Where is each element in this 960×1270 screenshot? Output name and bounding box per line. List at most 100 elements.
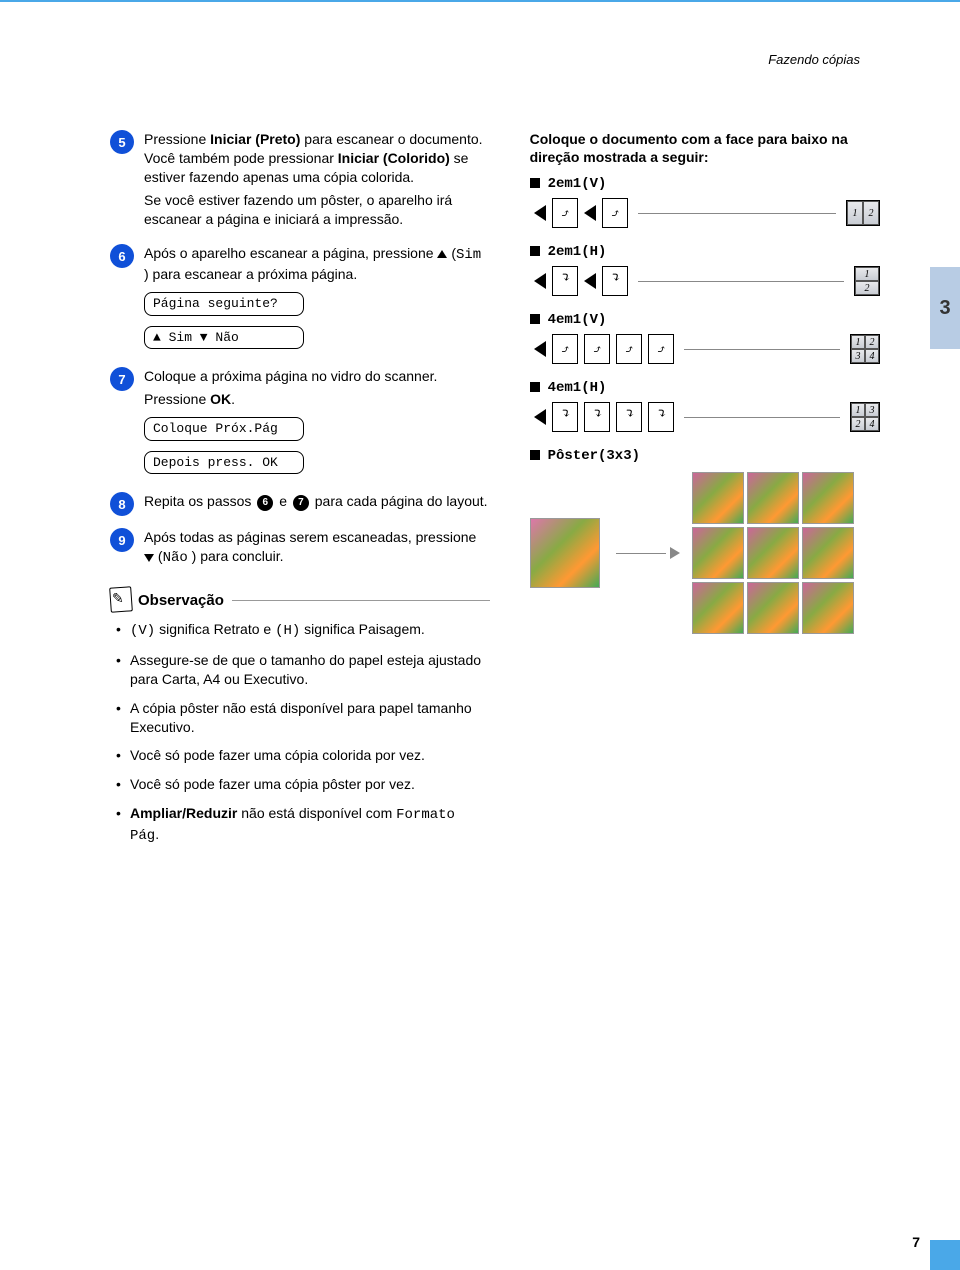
note-title: Observação	[138, 592, 224, 609]
layout-grid: 1 2	[846, 200, 880, 226]
text: Após o aparelho escanear a página, press…	[144, 245, 437, 261]
cell: 3	[851, 349, 865, 363]
mono-text: (V)	[130, 623, 155, 639]
list-item: (V) significa Retrato e (H) significa Pa…	[116, 620, 490, 641]
text: não está disponível com	[241, 805, 396, 821]
doc-icon: ⤴	[616, 334, 642, 364]
text: para cada página do layout.	[315, 493, 488, 509]
right-column: Coloque o documento com a face para baix…	[530, 130, 880, 856]
left-arrow-icon	[584, 273, 596, 289]
poster-tile	[802, 527, 854, 579]
step-6: 6 Após o aparelho escanear a página, pre…	[110, 244, 490, 355]
cell: 2	[851, 417, 865, 431]
diagram-4em1h: ⤵ ⤵ ⤵ ⤵ 1 3 2 4	[534, 402, 880, 432]
cell: 4	[865, 417, 879, 431]
doc-icon: ⤴	[648, 334, 674, 364]
step-number: 6	[110, 244, 134, 268]
doc-icon: ⤵	[552, 266, 578, 296]
lcd-display: Depois press. OK	[144, 451, 304, 475]
layout-grid: 1 2 3 4	[850, 334, 880, 364]
page-number: 7	[912, 1234, 920, 1250]
step-7: 7 Coloque a próxima página no vidro do s…	[110, 367, 490, 480]
option-label: Pôster(3x3)	[548, 448, 640, 464]
option-label: 2em1(V)	[548, 176, 607, 192]
cell: 4	[865, 349, 879, 363]
doc-icon: ⤵	[584, 402, 610, 432]
left-arrow-icon	[534, 341, 546, 357]
option-2em1v: 2em1(V)	[530, 174, 880, 192]
page-content: 5 Pressione Iniciar (Preto) para escanea…	[0, 2, 960, 876]
layout-grid: 1 2	[854, 266, 880, 296]
note-list: (V) significa Retrato e (H) significa Pa…	[110, 620, 490, 846]
doc-icon: ⤵	[616, 402, 642, 432]
cell: 2	[855, 281, 879, 295]
cell: 1	[851, 403, 865, 417]
text: significa Paisagem.	[304, 621, 425, 637]
mono-text: Não	[163, 550, 188, 566]
poster-source-image	[530, 518, 600, 588]
list-item: Você só pode fazer uma cópia colorida po…	[116, 746, 490, 765]
lcd-display: ▲ Sim ▼ Não	[144, 326, 304, 350]
left-arrow-icon	[584, 205, 596, 221]
text: Pressione	[144, 131, 210, 147]
text: ) para escanear a próxima página.	[144, 266, 357, 282]
poster-tile	[747, 527, 799, 579]
step-number: 8	[110, 492, 134, 516]
text-bold: Iniciar (Preto)	[210, 131, 300, 147]
option-label: 2em1(H)	[548, 244, 607, 260]
left-arrow-icon	[534, 409, 546, 425]
cell: 3	[865, 403, 879, 417]
step-number: 7	[110, 367, 134, 391]
list-item: A cópia pôster não está disponível para …	[116, 699, 490, 737]
poster-tile	[802, 582, 854, 634]
text: significa Retrato e	[159, 621, 275, 637]
cell: 2	[863, 201, 879, 225]
list-item: Você só pode fazer uma cópia pôster por …	[116, 775, 490, 794]
doc-icon: ⤴	[552, 334, 578, 364]
lcd-display: Coloque Próx.Pág	[144, 417, 304, 441]
option-label: 4em1(H)	[548, 380, 607, 396]
up-arrow-icon	[437, 245, 447, 261]
text: e	[279, 493, 291, 509]
left-arrow-icon	[534, 205, 546, 221]
list-item: Assegure-se de que o tamanho do papel es…	[116, 651, 490, 689]
option-poster: Pôster(3x3)	[530, 446, 880, 464]
layout-grid: 1 3 2 4	[850, 402, 880, 432]
poster-grid	[692, 472, 854, 634]
text-bold: OK	[210, 391, 231, 407]
text: Coloque a próxima página no vidro do sca…	[144, 367, 490, 386]
poster-tile	[747, 472, 799, 524]
step-9: 9 Após todas as páginas serem escaneadas…	[110, 528, 490, 572]
doc-icon: ⤴	[552, 198, 578, 228]
poster-tile	[692, 527, 744, 579]
cell: 2	[865, 335, 879, 349]
option-label: 4em1(V)	[548, 312, 607, 328]
step-ref: 6	[257, 495, 273, 511]
text: Repita os passos	[144, 493, 255, 509]
poster-tile	[802, 472, 854, 524]
option-4em1v: 4em1(V)	[530, 310, 880, 328]
left-column: 5 Pressione Iniciar (Preto) para escanea…	[110, 130, 490, 856]
bullet-icon	[530, 382, 540, 392]
bullet-icon	[530, 450, 540, 460]
diagram-poster	[530, 472, 880, 634]
cell: 1	[847, 201, 863, 225]
option-4em1h: 4em1(H)	[530, 378, 880, 396]
mono-text: (H)	[275, 623, 300, 639]
text: Se você estiver fazendo um pôster, o apa…	[144, 191, 490, 229]
list-item: Ampliar/Reduzir não está disponível com …	[116, 804, 490, 846]
diagram-2em1v: ⤴ ⤴ 1 2	[534, 198, 880, 228]
cell: 1	[851, 335, 865, 349]
diagram-2em1h: ⤵ ⤵ 1 2	[534, 266, 880, 296]
lcd-display: Página seguinte?	[144, 292, 304, 316]
doc-icon: ⤵	[602, 266, 628, 296]
cell: 1	[855, 267, 879, 281]
text-bold: Iniciar (Colorido)	[338, 150, 450, 166]
diagram-4em1v: ⤴ ⤴ ⤴ ⤴ 1 2 3 4	[534, 334, 880, 364]
doc-icon: ⤵	[648, 402, 674, 432]
text: Pressione	[144, 391, 210, 407]
footer-bar	[930, 1240, 960, 1270]
bullet-icon	[530, 246, 540, 256]
note-divider	[232, 600, 490, 601]
step-number: 9	[110, 528, 134, 552]
